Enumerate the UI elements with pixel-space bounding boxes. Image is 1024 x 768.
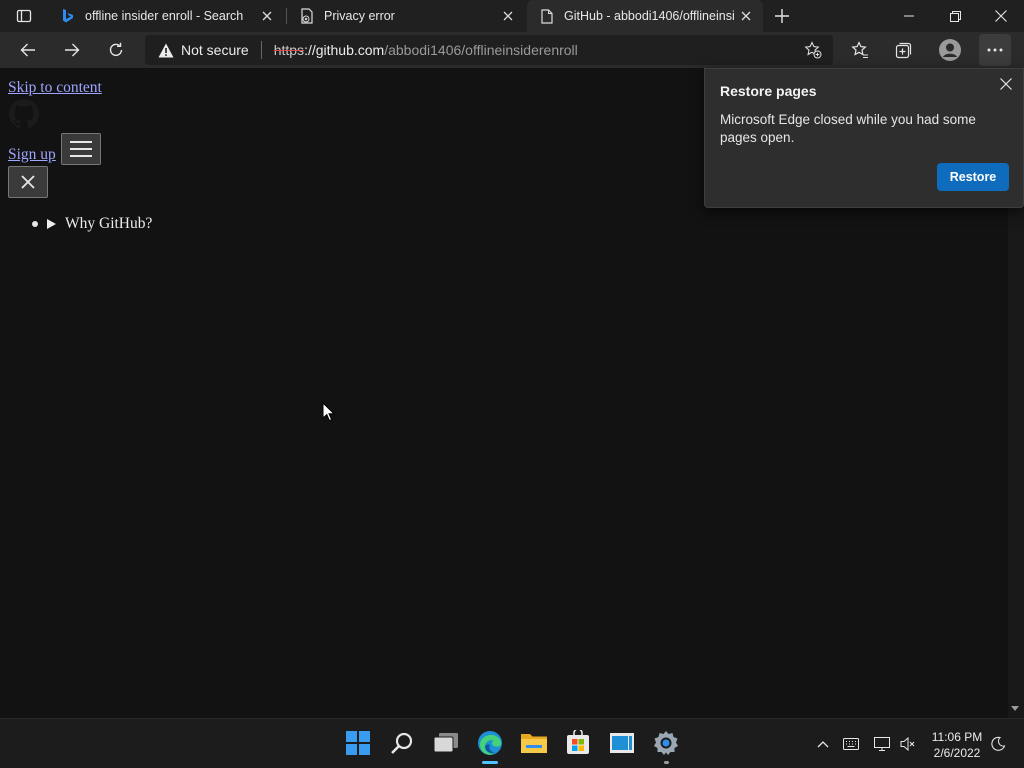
close-window-icon[interactable] [978,0,1024,32]
taskbar: 11:06 PM 2/6/2022 [0,718,1024,768]
edge-icon[interactable] [474,727,506,759]
favorites-icon[interactable] [844,34,876,66]
keyboard-icon[interactable] [842,735,860,753]
address-divider [260,41,262,59]
clock-date: 2/6/2022 [933,746,981,760]
sign-up-link[interactable]: Sign up [8,146,56,164]
close-icon[interactable] [995,73,1017,95]
close-icon[interactable] [735,5,757,27]
warning-icon[interactable] [157,41,175,59]
task-view-icon[interactable] [430,727,462,759]
tab-github[interactable]: GitHub - abbodi1406/offlineinsic [527,0,763,32]
close-icon[interactable] [256,5,278,27]
restore-button[interactable]: Restore [937,163,1009,191]
close-icon[interactable] [497,5,519,27]
security-label[interactable]: Not secure [181,42,249,58]
forward-icon[interactable] [56,34,88,66]
volume-muted-icon[interactable] [899,735,917,753]
running-app-indicator [664,761,669,764]
why-github-label: Why GitHub? [65,215,153,232]
disclosure-triangle-icon[interactable] [47,219,56,229]
file-explorer-icon[interactable] [518,727,550,759]
tab-actions-icon[interactable] [8,5,40,27]
mouse-cursor-icon [322,401,336,422]
bing-icon [60,8,76,24]
tab-strip: offline insider enroll - Search Privacy … [0,0,1024,32]
hamburger-menu-icon[interactable] [61,133,101,165]
back-icon[interactable] [12,34,44,66]
page-icon [539,8,555,24]
settings-more-icon[interactable] [979,34,1011,66]
new-tab-icon[interactable] [770,4,794,28]
focus-assist-moon-icon[interactable] [989,735,1007,753]
settings-icon[interactable] [650,727,682,759]
url-path: /abbodi1406/offlineinsiderenroll [384,42,578,58]
scroll-down-arrow-icon[interactable] [1011,706,1019,711]
add-favorite-icon[interactable] [803,40,823,60]
start-icon[interactable] [342,727,374,759]
clock[interactable]: 11:06 PM 2/6/2022 [926,729,988,761]
store-icon[interactable] [562,727,594,759]
clock-time: 11:06 PM [931,730,983,744]
tab-title: Privacy error [324,9,395,23]
refresh-icon[interactable] [100,34,132,66]
active-app-indicator [482,761,498,764]
why-github-menu-item[interactable]: Why GitHub? [32,215,152,233]
url-scheme: https [273,42,305,58]
popup-message: Microsoft Edge closed while you had some… [720,112,976,145]
address-bar[interactable]: Not secure https://github.com/abbodi1406… [145,35,833,65]
tab-search[interactable]: offline insider enroll - Search [48,0,284,32]
skip-to-content-link[interactable]: Skip to content [8,79,102,97]
list-bullet [32,221,38,227]
tab-title: offline insider enroll - Search [85,9,244,23]
collections-icon[interactable] [888,34,920,66]
popup-title: Restore pages [720,83,817,99]
close-menu-icon[interactable] [8,166,48,198]
minimize-icon[interactable] [886,0,932,32]
app-icon[interactable] [606,727,638,759]
restore-window-icon[interactable] [932,0,978,32]
url-text[interactable]: https://github.com/abbodi1406/offlineins… [274,42,578,58]
tab-privacy-error[interactable]: Privacy error [287,0,525,32]
privacy-error-icon [299,8,315,24]
github-logo-icon[interactable] [8,98,40,130]
chevron-up-icon[interactable] [814,735,832,753]
tab-title: GitHub - abbodi1406/offlineinsic [564,9,735,23]
url-host: ://github.com [304,42,385,58]
profile-avatar-icon[interactable] [934,34,966,66]
browser-toolbar: Not secure https://github.com/abbodi1406… [0,32,1024,68]
network-icon[interactable] [873,735,891,753]
search-icon[interactable] [386,727,418,759]
restore-pages-popup: Restore pages Microsoft Edge closed whil… [704,68,1024,208]
